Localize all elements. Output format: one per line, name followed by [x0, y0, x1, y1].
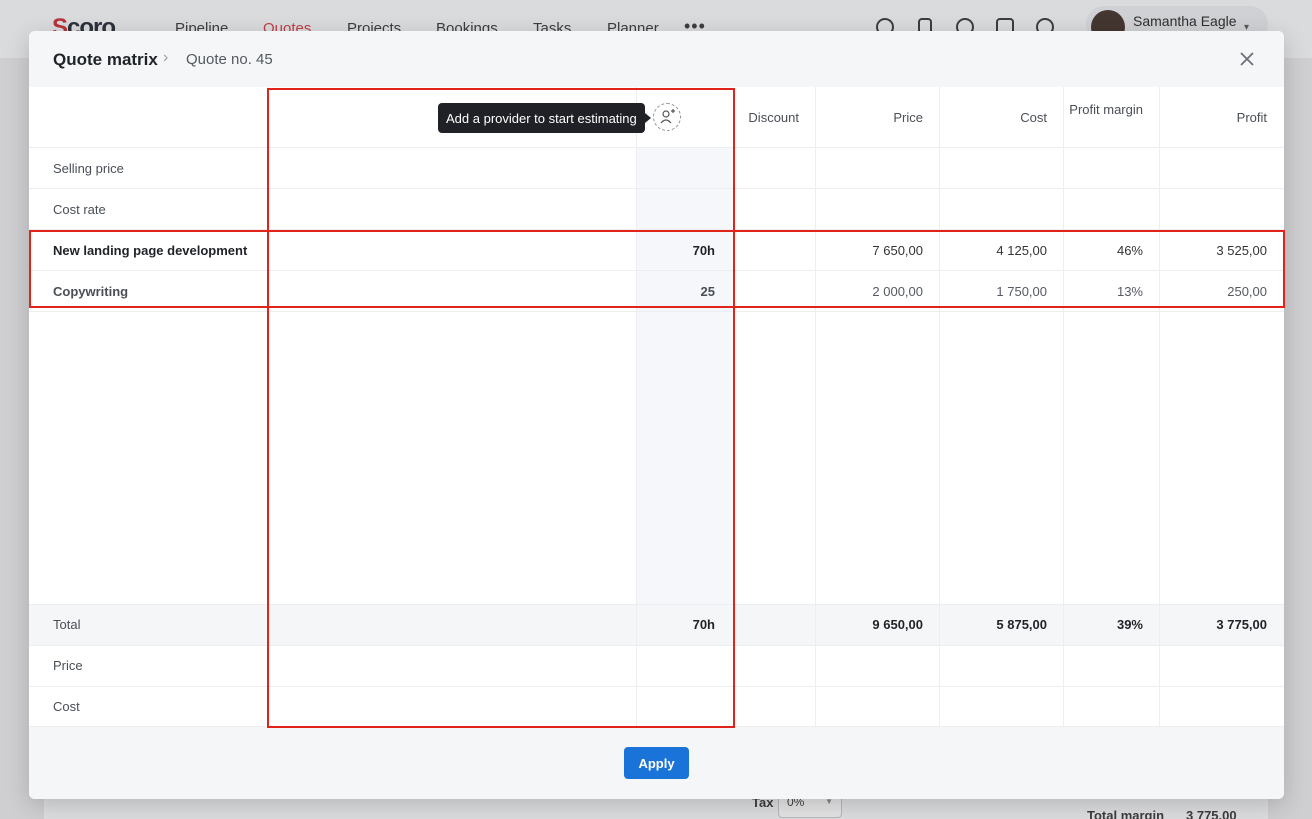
- item-quantity[interactable]: 25: [636, 284, 715, 299]
- row-label-selling-price: Selling price: [53, 161, 124, 176]
- tooltip-text: Add a provider to start estimating: [446, 111, 637, 126]
- item-profit-margin: 46%: [1116, 243, 1143, 258]
- item-profit: 250,00: [1227, 284, 1267, 299]
- column-header-price: Price: [893, 110, 923, 125]
- column-header-discount: Discount: [748, 110, 799, 125]
- row-label-cost: Cost: [53, 699, 80, 714]
- column-header-profit: Profit: [1236, 110, 1267, 125]
- total-label: Total: [53, 617, 81, 632]
- row-label-cost-rate: Cost rate: [53, 202, 106, 217]
- modal-footer: Apply: [29, 727, 1284, 799]
- total-profit-margin: 39%: [1116, 617, 1143, 632]
- add-person-glyph: [660, 109, 675, 124]
- item-cost: 4 125,00: [996, 243, 1047, 258]
- item-profit-margin: 13%: [1116, 284, 1143, 299]
- item-cost: 1 750,00: [996, 284, 1047, 299]
- item-profit: 3 525,00: [1216, 243, 1267, 258]
- item-price: 7 650,00: [872, 243, 923, 258]
- total-profit: 3 775,00: [1216, 617, 1267, 632]
- column-header-profit-margin: Profit margin: [1069, 102, 1143, 117]
- item-name[interactable]: New landing page development: [53, 243, 247, 258]
- total-quantity: 70h: [692, 617, 715, 632]
- total-cost: 5 875,00: [996, 617, 1047, 632]
- add-provider-tooltip: Add a provider to start estimating: [438, 103, 651, 133]
- apply-button[interactable]: Apply: [624, 747, 689, 779]
- item-name[interactable]: Copywriting: [53, 284, 128, 299]
- quantity-column: [636, 148, 733, 604]
- row-label-price: Price: [53, 658, 83, 673]
- matrix-grid: Add a provider to start estimating Disco…: [29, 87, 1284, 727]
- chevron-right-icon: ›: [163, 49, 169, 66]
- item-price: 2 000,00: [872, 284, 923, 299]
- column-header-cost: Cost: [1020, 110, 1047, 125]
- item-quantity[interactable]: 70h: [636, 243, 715, 258]
- breadcrumb[interactable]: Quote no. 45: [186, 51, 273, 68]
- total-price: 9 650,00: [872, 617, 923, 632]
- add-person-icon[interactable]: [653, 103, 681, 131]
- close-icon[interactable]: [1236, 48, 1258, 70]
- modal-header: Quote matrix › Quote no. 45: [29, 31, 1284, 87]
- quote-matrix-modal: Quote matrix › Quote no. 45 Add a provid…: [29, 31, 1284, 799]
- page-title: Quote matrix: [53, 50, 158, 69]
